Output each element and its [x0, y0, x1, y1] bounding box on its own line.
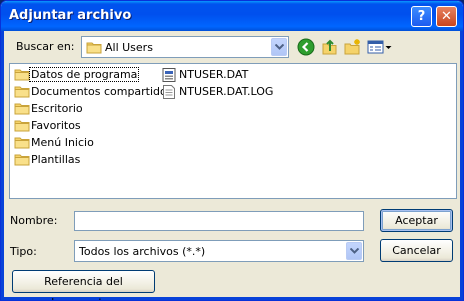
attach-file-dialog: Adjuntar archivo ? ✕ Buscar en: All User… — [0, 0, 464, 301]
file-label: NTUSER.DAT — [179, 68, 249, 81]
folder-icon — [14, 119, 30, 135]
lookin-dropdown-button[interactable] — [271, 38, 287, 56]
folder-icon — [14, 136, 30, 152]
window-title: Adjuntar archivo — [9, 8, 132, 23]
folder-label: Plantillas — [31, 153, 81, 166]
accept-button[interactable]: Aceptar — [380, 209, 453, 232]
text-file-icon — [162, 85, 176, 102]
cancel-button[interactable]: Cancelar — [380, 239, 453, 262]
folder-label: Favoritos — [31, 119, 81, 132]
view-menu-icon[interactable] — [367, 38, 393, 56]
chevron-down-icon — [275, 44, 284, 50]
file-list[interactable]: Datos de programa Documentos compartidos… — [9, 63, 457, 199]
folder-label: Datos de programa — [28, 67, 140, 82]
file-label: NTUSER.DAT.LOG — [179, 85, 274, 98]
filetype-dropdown-button[interactable] — [346, 242, 362, 260]
close-button[interactable]: ✕ — [436, 6, 457, 27]
lookin-combobox[interactable]: All Users — [81, 36, 289, 58]
chevron-down-icon — [350, 248, 359, 254]
title-bar[interactable]: Adjuntar archivo ? ✕ — [1, 1, 463, 31]
system-file-icon — [162, 68, 176, 85]
filetype-combobox[interactable]: Todos los archivos (*.*) — [74, 240, 364, 262]
lookin-label: Buscar en: — [16, 40, 75, 53]
folder-icon — [14, 85, 30, 101]
type-label: Tipo: — [10, 245, 37, 258]
folder-label: Menú Inicio — [31, 136, 94, 149]
folder-icon — [14, 102, 30, 118]
folder-icon — [14, 153, 30, 169]
new-folder-icon[interactable] — [344, 38, 362, 56]
help-button[interactable]: ? — [411, 6, 432, 27]
window-frame-left — [1, 31, 4, 300]
lookin-value: All Users — [105, 41, 153, 54]
filename-input[interactable] — [74, 211, 364, 231]
window-frame-right — [460, 31, 463, 300]
back-icon[interactable] — [297, 38, 315, 56]
up-folder-icon[interactable] — [321, 38, 339, 56]
folder-icon — [14, 68, 30, 84]
folder-label: Escritorio — [31, 102, 83, 115]
name-label: Nombre: — [10, 214, 58, 227]
filetype-value: Todos los archivos (*.*) — [79, 245, 206, 258]
folder-icon — [86, 40, 102, 57]
folder-label: Documentos compartidos — [31, 85, 173, 98]
document-reference-button[interactable]: Referencia del documento... — [12, 270, 155, 300]
